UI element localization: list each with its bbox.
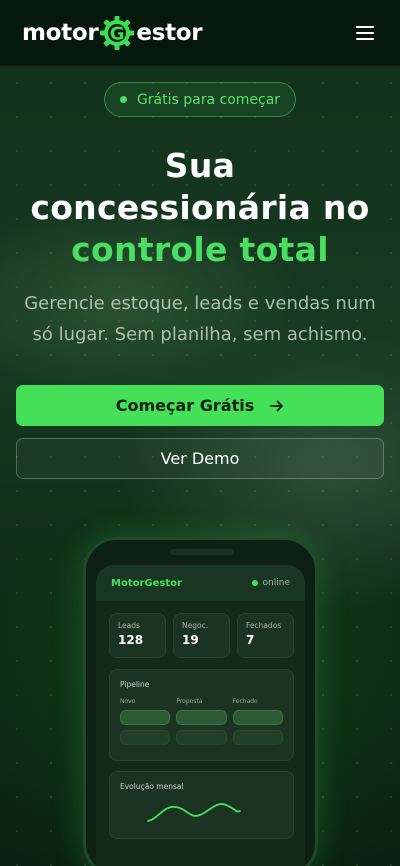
- status-dot-icon: [119, 96, 127, 103]
- headline-line-1: Sua: [164, 146, 236, 185]
- stat-card-leads: Leads 128: [109, 613, 166, 658]
- gear-icon: G: [100, 15, 135, 50]
- stat-value: 128: [118, 633, 144, 647]
- pipeline-card-placeholder: [232, 710, 283, 725]
- mockup-online-status: online: [251, 578, 290, 588]
- online-dot-icon: [251, 580, 258, 586]
- start-free-button[interactable]: Começar Grátis: [16, 385, 384, 426]
- headline-line-2: concessionária no: [30, 188, 370, 227]
- top-nav-bar: motor G estor: [0, 0, 400, 66]
- hero-headline: Sua concessionária no controle total: [0, 145, 400, 271]
- pipeline-column-novo: Novo: [120, 698, 171, 750]
- stat-card-closed: Fechados 7: [237, 613, 294, 658]
- brand-logo[interactable]: motor G estor: [22, 15, 203, 51]
- hamburger-menu-icon[interactable]: [356, 25, 374, 40]
- mockup-pipeline-card: Pipeline Novo Proposta Fechado: [109, 669, 294, 761]
- pipeline-column-fechado: Fechado: [232, 698, 283, 750]
- stat-label: Negoc.: [182, 621, 209, 630]
- stat-label: Leads: [118, 621, 140, 630]
- pipeline-column-label: Proposta: [176, 698, 203, 705]
- headline-accent: controle total: [71, 230, 329, 269]
- arrow-right-icon: [270, 400, 284, 411]
- evolution-sparkline: [147, 803, 241, 822]
- stat-value: 7: [246, 633, 255, 647]
- pipeline-card-placeholder: [176, 710, 227, 725]
- pipeline-card-placeholder: [176, 730, 227, 745]
- stat-card-negotiations: Negoc. 19: [173, 613, 230, 658]
- stat-value: 19: [182, 633, 199, 647]
- logo-text-motor: motor: [22, 19, 99, 46]
- start-free-label: Começar Grátis: [115, 396, 255, 415]
- mockup-app-title: MotorGestor: [111, 577, 182, 589]
- stat-label: Fechados: [246, 621, 282, 630]
- gear-letter: G: [110, 23, 124, 44]
- view-demo-label: Ver Demo: [160, 449, 240, 468]
- phone-mockup: MotorGestor online Leads 128 Negoc. 19 F…: [83, 537, 318, 866]
- mockup-stats-row: Leads 128 Negoc. 19 Fechados 7: [109, 613, 294, 658]
- pipeline-card-placeholder: [120, 730, 171, 745]
- view-demo-button[interactable]: Ver Demo: [16, 438, 384, 479]
- mockup-status-label: online: [262, 578, 290, 588]
- pipeline-columns: Novo Proposta Fechado: [120, 698, 283, 750]
- pipeline-card-placeholder: [232, 730, 283, 745]
- pipeline-column-proposta: Proposta: [176, 698, 227, 750]
- mockup-evolution-card: Evolução mensal: [109, 771, 294, 839]
- phone-screen: MotorGestor online Leads 128 Negoc. 19 F…: [96, 565, 305, 866]
- pipeline-column-label: Novo: [120, 698, 136, 705]
- hero-subtitle: Gerencie estoque, leads e vendas num só …: [24, 293, 376, 345]
- pipeline-column-label: Fechado: [232, 698, 258, 705]
- logo-text-estor: estor: [136, 19, 203, 46]
- pipeline-card-placeholder: [120, 710, 171, 725]
- evolution-title: Evolução mensal: [120, 782, 184, 791]
- pipeline-title: Pipeline: [120, 680, 150, 689]
- free-badge: Grátis para começar: [104, 82, 296, 117]
- free-badge-label: Grátis para começar: [136, 91, 281, 108]
- phone-notch: [170, 549, 234, 555]
- mockup-app-header: MotorGestor online: [96, 565, 305, 601]
